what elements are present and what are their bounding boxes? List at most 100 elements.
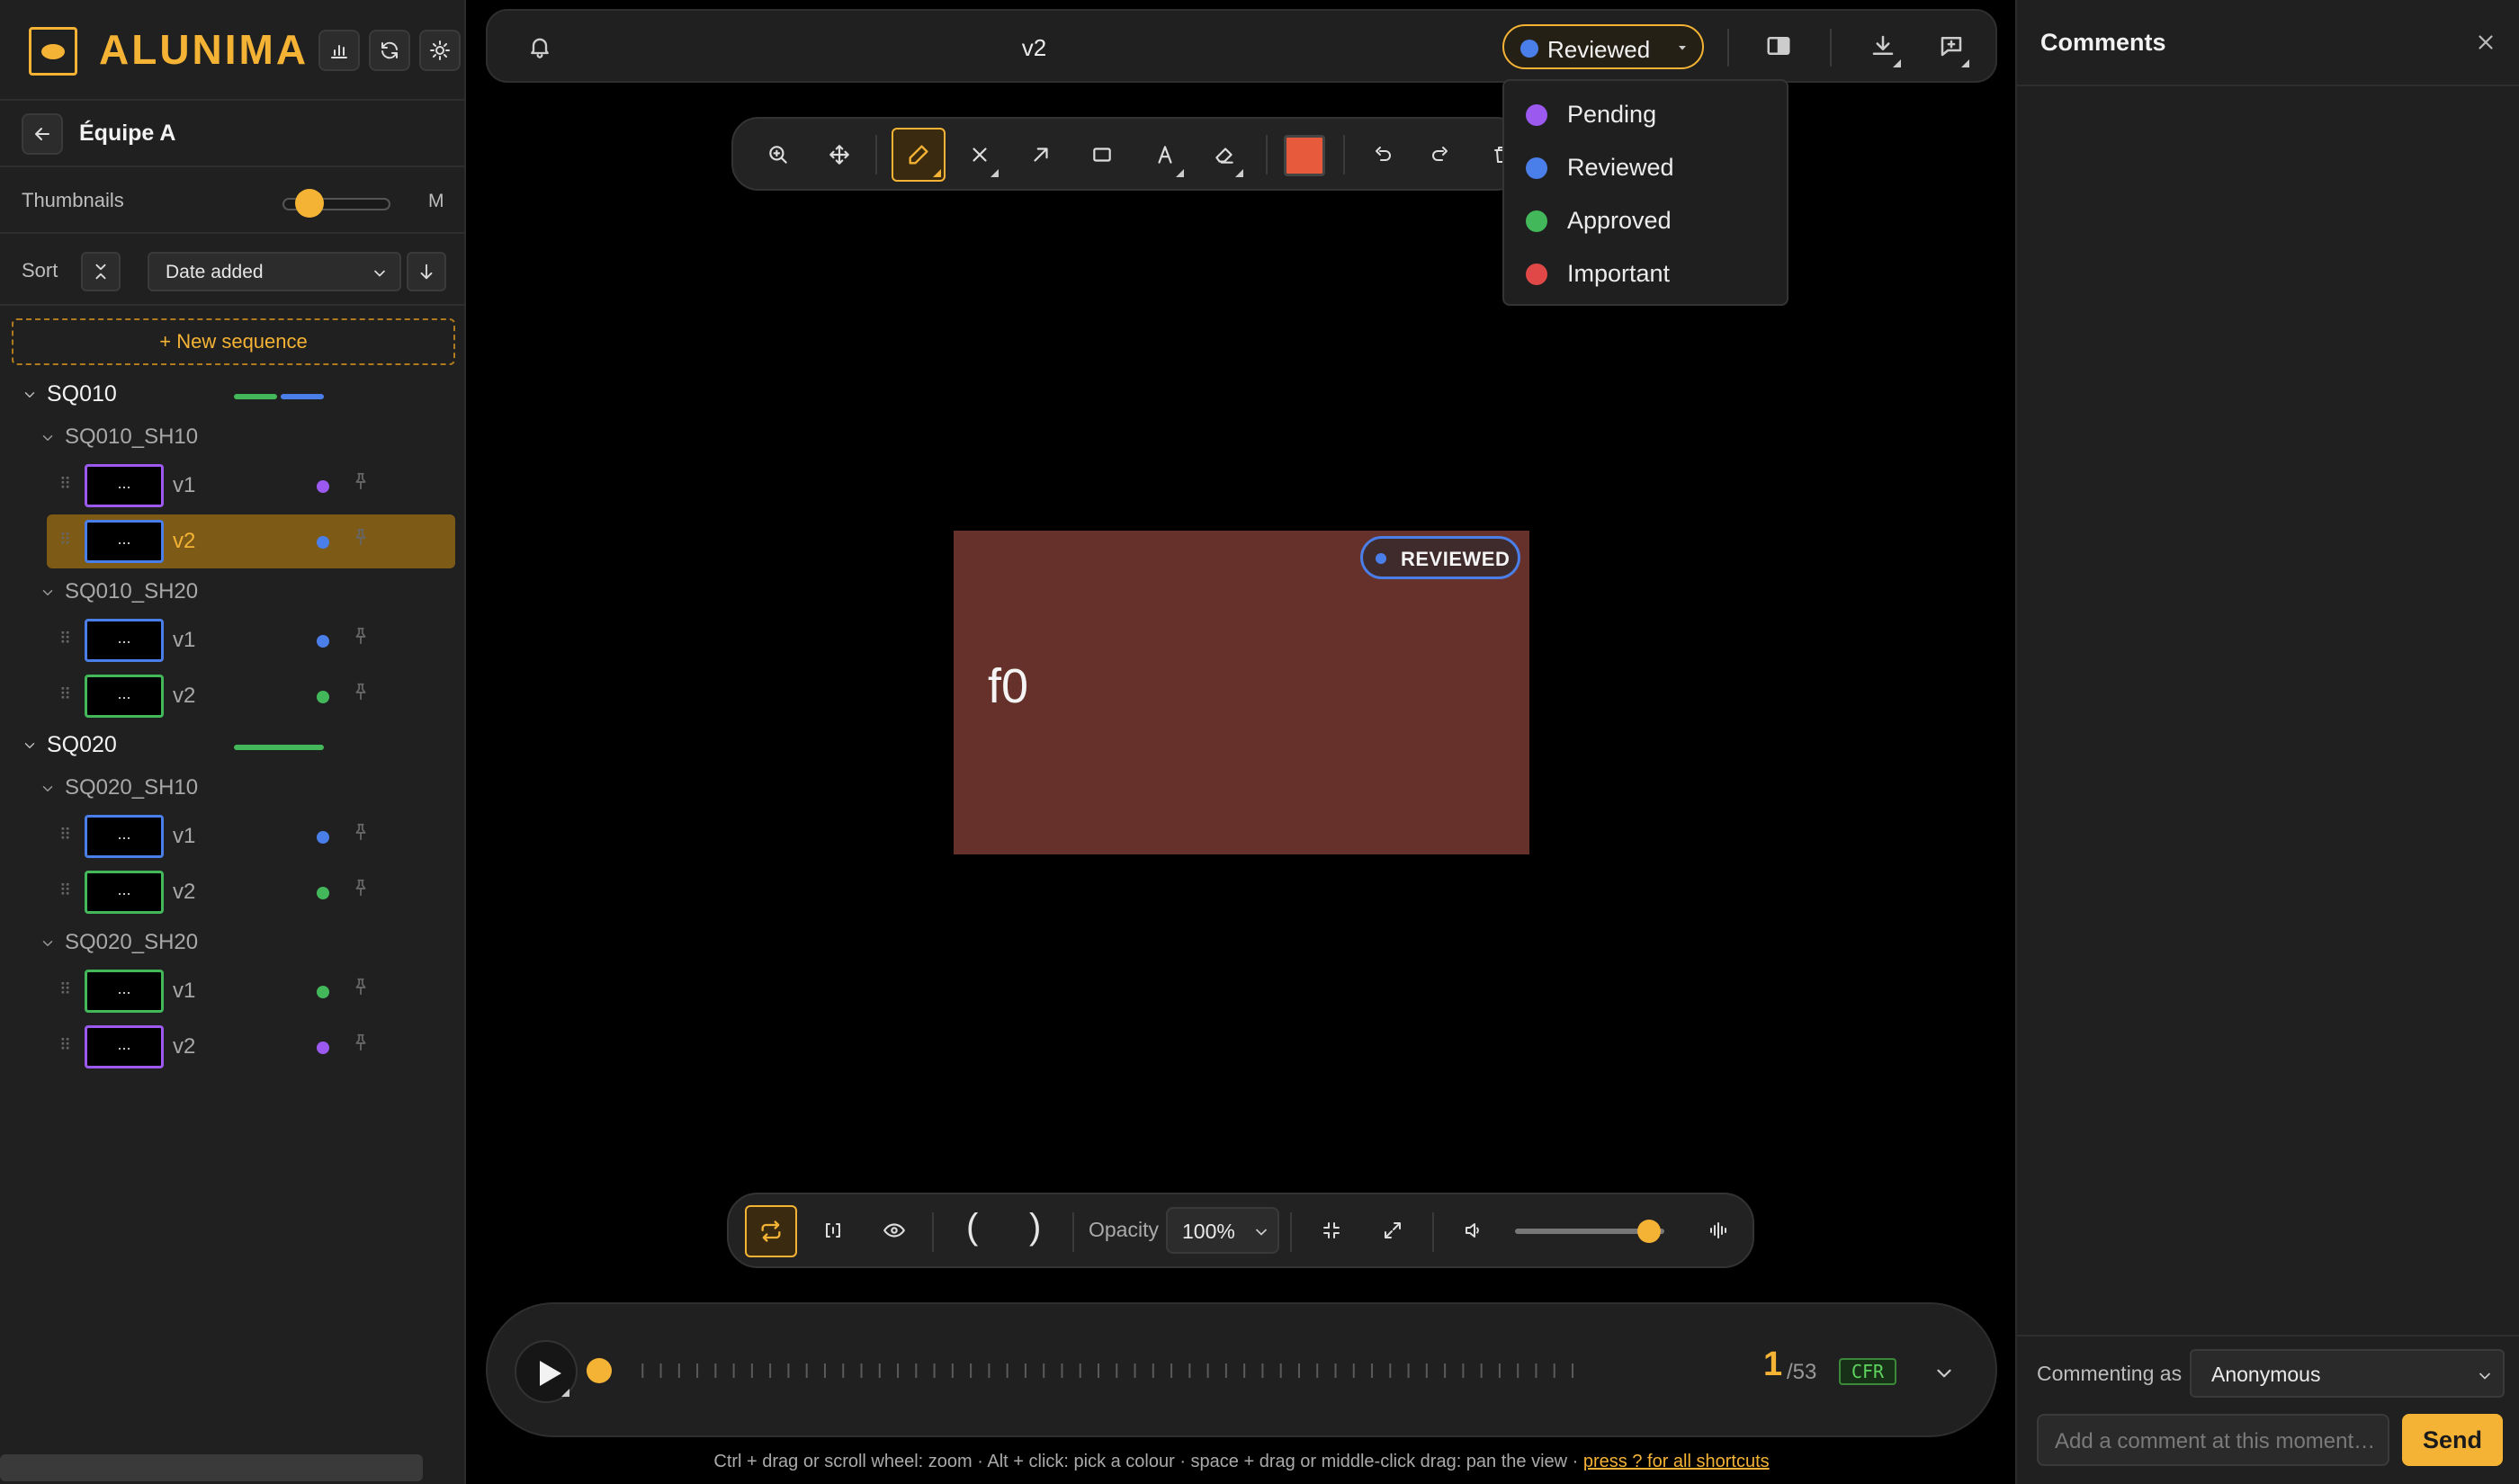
version-row[interactable]: ⠿... v1: [47, 613, 455, 667]
drag-handle-icon[interactable]: ⠿: [59, 980, 71, 999]
version-row[interactable]: ⠿... v1: [47, 459, 455, 513]
drag-handle-icon[interactable]: ⠿: [59, 475, 71, 494]
stats-button[interactable]: [318, 30, 360, 71]
chevron-down-icon[interactable]: [22, 387, 38, 403]
chevron-down-icon[interactable]: [40, 935, 56, 952]
status-option-approved[interactable]: Approved: [1504, 192, 1787, 246]
mute-button[interactable]: [1454, 1211, 1493, 1250]
volume-slider-handle[interactable]: [1637, 1220, 1662, 1243]
back-button[interactable]: [22, 113, 63, 155]
pin-icon[interactable]: [351, 977, 371, 997]
player-controls: ( ) Opacity 100%: [727, 1193, 1754, 1268]
status-dot: [1526, 210, 1547, 232]
drag-handle-icon[interactable]: ⠿: [59, 881, 71, 900]
rectangle-tool[interactable]: [1084, 137, 1120, 173]
comments-toggle-button[interactable]: [1938, 32, 1965, 59]
version-row[interactable]: ⠿... v2: [47, 514, 455, 568]
shrink-button[interactable]: [1312, 1211, 1351, 1250]
pin-icon[interactable]: [351, 527, 371, 547]
pin-icon[interactable]: [351, 471, 371, 491]
frame-label: f0: [988, 659, 1029, 713]
comment-input-placeholder: Add a comment at this moment…: [2055, 1429, 2376, 1453]
divider: [1290, 1212, 1292, 1252]
thumbnails-row: Thumbnails M: [0, 169, 466, 232]
divider: [1830, 29, 1832, 67]
status-menu: Pending Reviewed Approved Important: [1502, 79, 1788, 306]
download-button[interactable]: [1869, 32, 1896, 59]
chevron-down-icon[interactable]: [40, 781, 56, 797]
commenting-as-select[interactable]: Anonymous: [2190, 1349, 2505, 1398]
comment-input[interactable]: Add a comment at this moment…: [2037, 1414, 2389, 1466]
new-sequence-button[interactable]: + New sequence: [12, 318, 455, 365]
send-button[interactable]: Send: [2402, 1414, 2503, 1466]
version-row[interactable]: ⠿... v2: [47, 669, 455, 723]
timeline-expand-button[interactable]: [1932, 1362, 1956, 1385]
bar-chart-icon: [331, 45, 347, 58]
divider: [932, 1212, 934, 1252]
undo-button[interactable]: [1365, 137, 1401, 173]
version-row[interactable]: ⠿... v2: [47, 1020, 455, 1074]
fit-frame-button[interactable]: [813, 1211, 853, 1250]
drag-handle-icon[interactable]: ⠿: [59, 685, 71, 704]
chevron-down-icon[interactable]: [40, 430, 56, 446]
waveform-button[interactable]: [1699, 1211, 1738, 1250]
version-row[interactable]: ⠿... v2: [47, 865, 455, 919]
pan-tool[interactable]: [821, 137, 857, 173]
collapse-all-button[interactable]: [81, 252, 121, 291]
thumbnails-slider-handle[interactable]: [295, 189, 324, 218]
chevron-down-icon: [1256, 1229, 1267, 1236]
sort-select[interactable]: Date added: [148, 252, 401, 291]
cross-tool[interactable]: [962, 137, 998, 173]
version-thumbnail: ...: [85, 970, 164, 1013]
visibility-toggle[interactable]: [874, 1211, 914, 1250]
pin-icon[interactable]: [351, 878, 371, 898]
drag-handle-icon[interactable]: ⠿: [59, 1036, 71, 1055]
menu-indicator: [1961, 59, 1969, 67]
zoom-tool[interactable]: [760, 137, 796, 173]
video-frame: f0 REVIEWED: [954, 531, 1529, 854]
color-picker[interactable]: [1284, 135, 1325, 176]
timeline-ticks[interactable]: [623, 1360, 1574, 1381]
status-option-reviewed[interactable]: Reviewed: [1504, 139, 1787, 192]
shortcuts-link[interactable]: press ? for all shortcuts: [1583, 1452, 1770, 1471]
chevron-down-icon[interactable]: [40, 585, 56, 601]
status-option-important[interactable]: Important: [1504, 246, 1787, 299]
eraser-tool[interactable]: [1206, 137, 1242, 173]
thumbnails-size-label: M: [428, 191, 444, 211]
arrow-tool[interactable]: [1023, 137, 1059, 173]
waveform-icon: [1710, 1222, 1726, 1238]
app-logo: [29, 27, 77, 76]
opacity-select[interactable]: 100%: [1166, 1207, 1279, 1254]
chevron-down-icon[interactable]: [22, 738, 38, 754]
pin-icon[interactable]: [351, 822, 371, 842]
pin-icon[interactable]: [351, 1033, 371, 1052]
sidebar-scrollbar[interactable]: [0, 1454, 423, 1481]
theme-toggle-button[interactable]: [419, 30, 461, 71]
text-tool[interactable]: [1147, 137, 1183, 173]
arrow-up-right-icon: [1034, 148, 1048, 162]
menu-indicator: [1235, 169, 1243, 177]
pin-icon[interactable]: [351, 626, 371, 646]
playhead[interactable]: [587, 1358, 612, 1383]
status-option-pending[interactable]: Pending: [1504, 86, 1787, 139]
chevron-down-icon: [2479, 1372, 2490, 1380]
refresh-button[interactable]: [369, 30, 410, 71]
set-in-point-button[interactable]: (: [966, 1207, 978, 1247]
close-comments-button[interactable]: [2474, 31, 2497, 54]
version-thumbnail: ...: [85, 520, 164, 563]
version-row[interactable]: ⠿... v1: [47, 964, 455, 1018]
compare-button[interactable]: [1765, 32, 1792, 59]
move-icon: [829, 145, 849, 165]
fullscreen-button[interactable]: [1373, 1211, 1412, 1250]
drag-handle-icon[interactable]: ⠿: [59, 531, 71, 550]
drag-handle-icon[interactable]: ⠿: [59, 826, 71, 845]
sort-direction-button[interactable]: [407, 252, 446, 291]
set-out-point-button[interactable]: ): [1029, 1207, 1041, 1247]
shot-name: SQ010_SH20: [65, 579, 199, 603]
loop-toggle[interactable]: [745, 1205, 797, 1257]
version-row[interactable]: ⠿... v1: [47, 809, 455, 863]
pin-icon[interactable]: [351, 682, 371, 702]
drag-handle-icon[interactable]: ⠿: [59, 630, 71, 648]
status-dropdown-button[interactable]: Reviewed: [1502, 24, 1704, 69]
redo-button[interactable]: [1422, 137, 1458, 173]
